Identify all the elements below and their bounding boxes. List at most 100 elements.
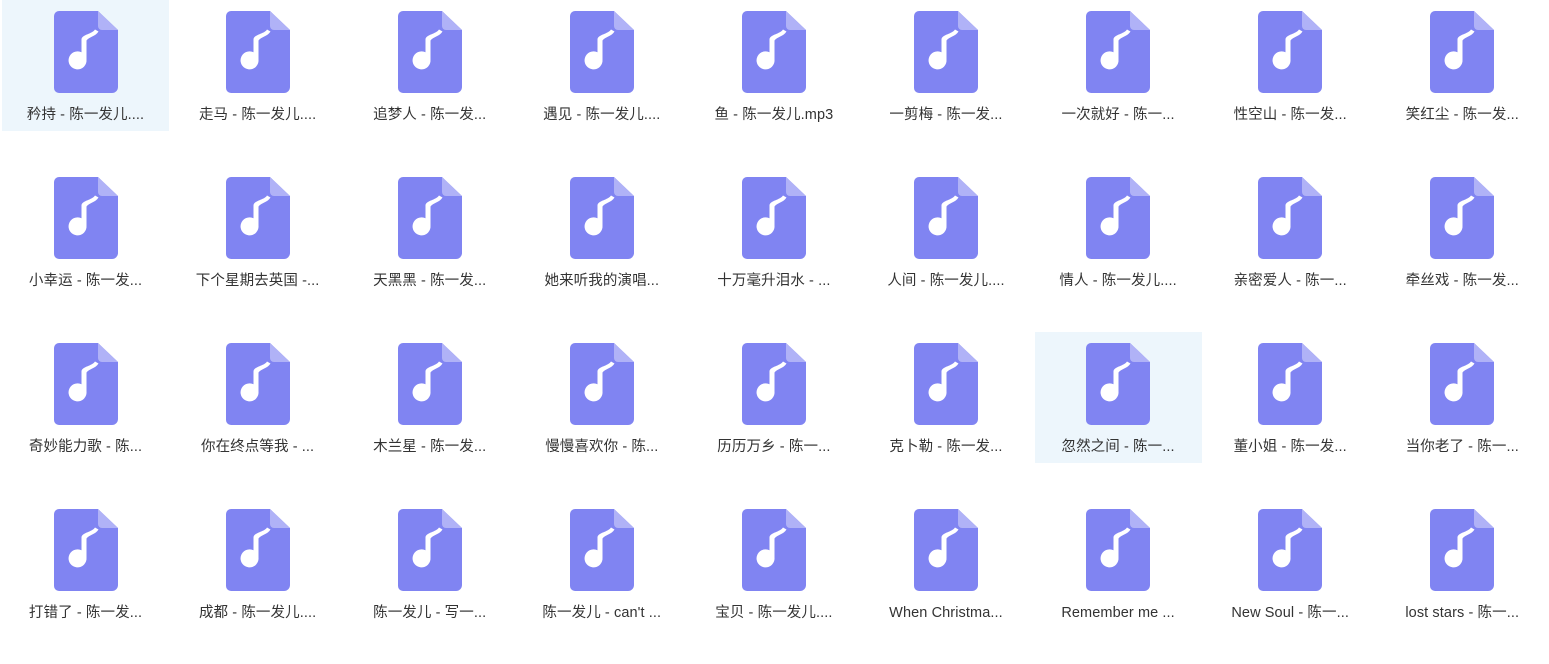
audio-file-icon-wrapper[interactable] <box>53 177 118 259</box>
audio-file-icon-wrapper[interactable] <box>913 177 978 259</box>
file-item[interactable]: When Christma... <box>862 498 1029 629</box>
file-item[interactable]: Remember me ... <box>1035 498 1202 629</box>
audio-file-icon-wrapper[interactable] <box>1086 343 1151 425</box>
audio-file-icon-wrapper[interactable] <box>913 343 978 425</box>
file-item-label: 牵丝戏 - 陈一发... <box>1405 273 1519 289</box>
file-item-label: 人间 - 陈一发儿.... <box>887 273 1005 289</box>
audio-file-icon <box>913 177 978 259</box>
audio-file-icon-wrapper[interactable] <box>569 177 634 259</box>
audio-file-icon <box>1430 11 1495 93</box>
file-item-label: 宝贝 - 陈一发儿.... <box>715 605 833 621</box>
file-item[interactable]: 陈一发儿 - can't ... <box>518 498 685 629</box>
file-item[interactable]: 陈一发儿 - 写一... <box>346 498 513 629</box>
audio-file-icon-wrapper[interactable] <box>225 177 290 259</box>
file-item[interactable]: 成都 - 陈一发儿.... <box>174 498 341 629</box>
file-item[interactable]: 一剪梅 - 陈一发... <box>862 0 1029 131</box>
file-item-label: 下个星期去英国 -... <box>195 273 320 289</box>
audio-file-icon-wrapper[interactable] <box>53 343 118 425</box>
audio-file-icon-wrapper[interactable] <box>1258 343 1323 425</box>
audio-file-icon-wrapper[interactable] <box>1430 509 1495 591</box>
audio-file-icon-wrapper[interactable] <box>569 343 634 425</box>
audio-file-icon <box>1430 509 1495 591</box>
audio-file-icon-wrapper[interactable] <box>397 343 462 425</box>
audio-file-icon-wrapper[interactable] <box>569 509 634 591</box>
audio-file-icon-wrapper[interactable] <box>1258 509 1323 591</box>
audio-file-icon <box>741 11 806 93</box>
audio-file-icon-wrapper[interactable] <box>913 509 978 591</box>
file-item[interactable]: 当你老了 - 陈一... <box>1379 332 1546 463</box>
file-item[interactable]: 亲密爱人 - 陈一... <box>1207 166 1374 297</box>
file-item-label: 你在终点等我 - ... <box>201 439 315 455</box>
file-item-label: 遇见 - 陈一发儿.... <box>543 107 661 123</box>
audio-file-icon-wrapper[interactable] <box>397 177 462 259</box>
audio-file-icon <box>741 509 806 591</box>
audio-file-icon-wrapper[interactable] <box>1430 11 1495 93</box>
file-item[interactable]: 慢慢喜欢你 - 陈... <box>518 332 685 463</box>
audio-file-icon <box>569 177 634 259</box>
audio-file-icon-wrapper[interactable] <box>225 509 290 591</box>
file-item-label: 木兰星 - 陈一发... <box>373 439 487 455</box>
audio-file-icon-wrapper[interactable] <box>1086 509 1151 591</box>
file-item[interactable]: lost stars - 陈一... <box>1379 498 1546 629</box>
file-item[interactable]: 情人 - 陈一发儿.... <box>1035 166 1202 297</box>
audio-file-icon-wrapper[interactable] <box>225 343 290 425</box>
file-item[interactable]: 笑红尘 - 陈一发... <box>1379 0 1546 131</box>
file-item[interactable]: 她来听我的演唱... <box>518 166 685 297</box>
file-item-label: When Christma... <box>889 605 1003 621</box>
audio-file-icon <box>569 11 634 93</box>
audio-file-icon-wrapper[interactable] <box>741 509 806 591</box>
audio-file-icon-wrapper[interactable] <box>397 11 462 93</box>
audio-file-icon-wrapper[interactable] <box>397 509 462 591</box>
audio-file-icon <box>1430 177 1495 259</box>
file-grid: 矜持 - 陈一发儿.... 走马 - 陈一发儿.... 追梦人 - 陈一发...… <box>0 0 1549 664</box>
file-item[interactable]: 历历万乡 - 陈一... <box>690 332 857 463</box>
audio-file-icon-wrapper[interactable] <box>1086 177 1151 259</box>
file-item[interactable]: 宝贝 - 陈一发儿.... <box>690 498 857 629</box>
audio-file-icon <box>1086 509 1151 591</box>
file-item[interactable]: 克卜勒 - 陈一发... <box>862 332 1029 463</box>
file-item[interactable]: 牵丝戏 - 陈一发... <box>1379 166 1546 297</box>
file-item[interactable]: 鱼 - 陈一发儿.mp3 <box>690 0 857 131</box>
audio-file-icon-wrapper[interactable] <box>741 11 806 93</box>
audio-file-icon-wrapper[interactable] <box>1086 11 1151 93</box>
audio-file-icon-wrapper[interactable] <box>913 11 978 93</box>
audio-file-icon <box>397 509 462 591</box>
file-item[interactable]: 十万毫升泪水 - ... <box>690 166 857 297</box>
audio-file-icon <box>569 343 634 425</box>
file-item-label: 克卜勒 - 陈一发... <box>889 439 1003 455</box>
file-item[interactable]: New Soul - 陈一... <box>1207 498 1374 629</box>
file-item-label: 追梦人 - 陈一发... <box>373 107 487 123</box>
file-item[interactable]: 遇见 - 陈一发儿.... <box>518 0 685 131</box>
file-item[interactable]: 忽然之间 - 陈一... <box>1034 332 1202 463</box>
file-item[interactable]: 天黑黑 - 陈一发... <box>346 166 513 297</box>
file-item[interactable]: 一次就好 - 陈一... <box>1035 0 1202 131</box>
file-item[interactable]: 矜持 - 陈一发儿.... <box>2 0 169 131</box>
file-item[interactable]: 下个星期去英国 -... <box>174 166 341 297</box>
audio-file-icon-wrapper[interactable] <box>1430 177 1495 259</box>
file-item[interactable]: 性空山 - 陈一发... <box>1207 0 1374 131</box>
audio-file-icon-wrapper[interactable] <box>741 177 806 259</box>
audio-file-icon-wrapper[interactable] <box>1430 343 1495 425</box>
file-item[interactable]: 你在终点等我 - ... <box>174 332 341 463</box>
audio-file-icon <box>1086 343 1151 425</box>
file-item[interactable]: 人间 - 陈一发儿.... <box>862 166 1029 297</box>
file-item[interactable]: 小幸运 - 陈一发... <box>2 166 169 297</box>
audio-file-icon-wrapper[interactable] <box>225 11 290 93</box>
file-item[interactable]: 走马 - 陈一发儿.... <box>174 0 341 131</box>
file-item[interactable]: 追梦人 - 陈一发... <box>346 0 513 131</box>
file-item[interactable]: 打错了 - 陈一发... <box>2 498 169 629</box>
audio-file-icon-wrapper[interactable] <box>1258 177 1323 259</box>
file-item-label: 亲密爱人 - 陈一... <box>1233 273 1347 289</box>
audio-file-icon-wrapper[interactable] <box>1258 11 1323 93</box>
audio-file-icon <box>913 509 978 591</box>
file-item[interactable]: 木兰星 - 陈一发... <box>346 332 513 463</box>
audio-file-icon-wrapper[interactable] <box>741 343 806 425</box>
audio-file-icon-wrapper[interactable] <box>569 11 634 93</box>
file-item-label: 一次就好 - 陈一... <box>1061 107 1175 123</box>
file-item[interactable]: 董小姐 - 陈一发... <box>1207 332 1374 463</box>
file-item[interactable]: 奇妙能力歌 - 陈... <box>2 332 169 463</box>
audio-file-icon <box>397 177 462 259</box>
audio-file-icon-wrapper[interactable] <box>53 11 118 93</box>
audio-file-icon-wrapper[interactable] <box>53 509 118 591</box>
file-item-label: 当你老了 - 陈一... <box>1405 439 1519 455</box>
